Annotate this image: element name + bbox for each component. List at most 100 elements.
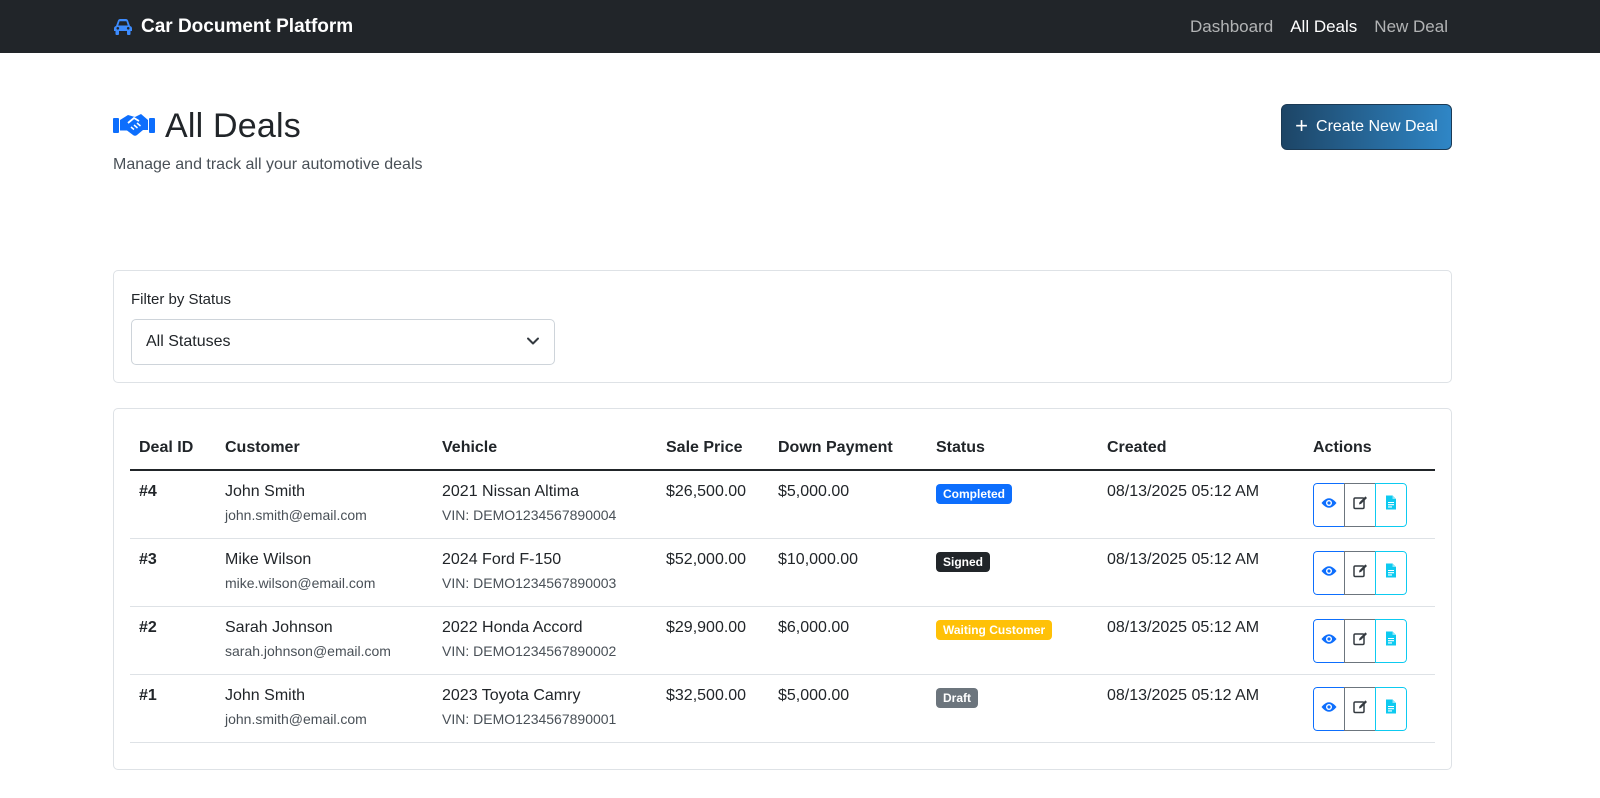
- status-filter-select[interactable]: All Statuses: [131, 319, 555, 365]
- vehicle-cell: 2023 Toyota Camry VIN: DEMO1234567890001: [433, 674, 657, 743]
- sale-price: $52,000.00: [657, 538, 769, 607]
- document-icon: [1385, 563, 1397, 583]
- status-badge: Draft: [936, 688, 979, 708]
- actions-cell: [1304, 606, 1435, 675]
- status-cell: Signed: [927, 538, 1098, 607]
- customer-name: John Smith: [225, 687, 306, 704]
- customer-cell: Sarah Johnson sarah.johnson@email.com: [216, 606, 433, 675]
- create-new-deal-button[interactable]: + Create New Deal: [1281, 104, 1452, 150]
- status-cell: Draft: [927, 674, 1098, 743]
- column-header-deal-id: Deal ID: [130, 433, 216, 471]
- deal-id: #3: [130, 538, 216, 607]
- action-button-group: [1313, 551, 1407, 595]
- sale-price: $29,900.00: [657, 606, 769, 675]
- nav-links: Dashboard All Deals New Deal: [1190, 17, 1448, 37]
- table-header-row: Deal ID Customer Vehicle Sale Price Down…: [130, 433, 1435, 471]
- vehicle-vin: VIN: DEMO1234567890004: [442, 507, 617, 523]
- column-header-status: Status: [927, 433, 1098, 471]
- actions-cell: [1304, 674, 1435, 743]
- page-subtitle: Manage and track all your automotive dea…: [113, 156, 423, 173]
- down-payment: $10,000.00: [769, 538, 927, 607]
- document-button[interactable]: [1375, 619, 1407, 663]
- deal-id: #4: [130, 470, 216, 539]
- vehicle-cell: 2022 Honda Accord VIN: DEMO1234567890002: [433, 606, 657, 675]
- status-cell: Completed: [927, 470, 1098, 539]
- vehicle-name: 2023 Toyota Camry: [442, 687, 581, 704]
- edit-deal-button[interactable]: [1344, 687, 1376, 731]
- customer-email: sarah.johnson@email.com: [225, 643, 391, 659]
- created-date: 08/13/2025 05:12 AM: [1098, 606, 1304, 675]
- edit-deal-button[interactable]: [1344, 551, 1376, 595]
- create-new-deal-label: Create New Deal: [1316, 118, 1438, 135]
- vehicle-cell: 2021 Nissan Altima VIN: DEMO123456789000…: [433, 470, 657, 539]
- title-row: All Deals: [113, 107, 1452, 146]
- vehicle-name: 2022 Honda Accord: [442, 619, 583, 636]
- column-header-actions: Actions: [1304, 433, 1435, 471]
- table-row: #1 John Smith john.smith@email.com 2023 …: [130, 674, 1435, 743]
- car-icon: [113, 18, 133, 36]
- deals-table: Deal ID Customer Vehicle Sale Price Down…: [130, 433, 1435, 743]
- down-payment: $5,000.00: [769, 470, 927, 539]
- status-badge: Signed: [936, 552, 991, 572]
- table-row: #2 Sarah Johnson sarah.johnson@email.com…: [130, 606, 1435, 675]
- customer-cell: John Smith john.smith@email.com: [216, 470, 433, 539]
- edit-icon: [1352, 495, 1368, 515]
- column-header-sale-price: Sale Price: [657, 433, 769, 471]
- down-payment: $5,000.00: [769, 674, 927, 743]
- edit-deal-button[interactable]: [1344, 619, 1376, 663]
- handshake-icon: [113, 111, 155, 142]
- vehicle-name: 2024 Ford F-150: [442, 551, 562, 568]
- page-title: All Deals: [165, 107, 301, 145]
- brand[interactable]: Car Document Platform: [113, 16, 353, 38]
- column-header-vehicle: Vehicle: [433, 433, 657, 471]
- created-date: 08/13/2025 05:12 AM: [1098, 674, 1304, 743]
- edit-icon: [1352, 563, 1368, 583]
- navbar: Car Document Platform Dashboard All Deal…: [0, 0, 1600, 53]
- brand-name: Car Document Platform: [141, 15, 354, 37]
- view-deal-button[interactable]: [1313, 551, 1345, 595]
- document-icon: [1385, 699, 1397, 719]
- action-button-group: [1313, 687, 1407, 731]
- actions-cell: [1304, 538, 1435, 607]
- view-deal-button[interactable]: [1313, 619, 1345, 663]
- document-button[interactable]: [1375, 687, 1407, 731]
- eye-icon: [1321, 564, 1337, 582]
- edit-icon: [1352, 699, 1368, 719]
- deals-table-card: Deal ID Customer Vehicle Sale Price Down…: [113, 408, 1452, 770]
- customer-name: Sarah Johnson: [225, 619, 333, 636]
- vehicle-vin: VIN: DEMO1234567890002: [442, 643, 617, 659]
- deal-id: #1: [130, 674, 216, 743]
- document-icon: [1385, 631, 1397, 651]
- created-date: 08/13/2025 05:12 AM: [1098, 470, 1304, 539]
- deal-id: #2: [130, 606, 216, 675]
- created-date: 08/13/2025 05:12 AM: [1098, 538, 1304, 607]
- vehicle-vin: VIN: DEMO1234567890003: [442, 575, 617, 591]
- sale-price: $26,500.00: [657, 470, 769, 539]
- table-row: #4 John Smith john.smith@email.com 2021 …: [130, 470, 1435, 539]
- vehicle-cell: 2024 Ford F-150 VIN: DEMO1234567890003: [433, 538, 657, 607]
- filter-label: Filter by Status: [131, 291, 232, 308]
- customer-email: john.smith@email.com: [225, 711, 367, 727]
- nav-link-dashboard[interactable]: Dashboard: [1190, 17, 1273, 37]
- customer-email: mike.wilson@email.com: [225, 575, 376, 591]
- nav-link-new-deal[interactable]: New Deal: [1374, 17, 1448, 37]
- edit-deal-button[interactable]: [1344, 483, 1376, 527]
- view-deal-button[interactable]: [1313, 483, 1345, 527]
- nav-link-all-deals[interactable]: All Deals: [1290, 17, 1357, 37]
- status-badge: Waiting Customer: [936, 620, 1053, 640]
- status-badge: Completed: [936, 484, 1013, 504]
- document-button[interactable]: [1375, 551, 1407, 595]
- down-payment: $6,000.00: [769, 606, 927, 675]
- actions-cell: [1304, 470, 1435, 539]
- document-button[interactable]: [1375, 483, 1407, 527]
- status-cell: Waiting Customer: [927, 606, 1098, 675]
- filter-card: Filter by Status All Statuses: [113, 270, 1452, 383]
- action-button-group: [1313, 483, 1407, 527]
- vehicle-vin: VIN: DEMO1234567890001: [442, 711, 617, 727]
- table-row: #3 Mike Wilson mike.wilson@email.com 202…: [130, 538, 1435, 607]
- edit-icon: [1352, 631, 1368, 651]
- action-button-group: [1313, 619, 1407, 663]
- sale-price: $32,500.00: [657, 674, 769, 743]
- view-deal-button[interactable]: [1313, 687, 1345, 731]
- customer-email: john.smith@email.com: [225, 507, 367, 523]
